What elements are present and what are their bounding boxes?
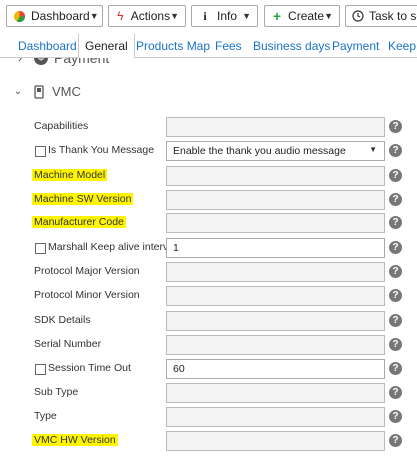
actions-label: Actions — [130, 9, 171, 23]
vmc-hw-field[interactable] — [166, 431, 385, 451]
tab-payment[interactable]: Payment — [332, 39, 379, 53]
clock-icon — [352, 9, 364, 23]
chevron-down-icon: ▼ — [89, 11, 99, 21]
marshall-row: Marshall Keep alive intervals 1 ? — [0, 238, 417, 260]
chevron-down-icon: ▼ — [369, 145, 377, 154]
payment-section-title: Payment — [54, 58, 110, 66]
actions-button[interactable]: ϟ Actions ▼ — [108, 5, 186, 27]
protocol-major-label: Protocol Major Version — [34, 265, 140, 277]
chevron-down-icon: ▼ — [242, 11, 251, 21]
thank-you-checkbox[interactable] — [35, 146, 46, 157]
help-icon[interactable]: ? — [389, 241, 402, 254]
task-button[interactable]: Task to sche — [345, 5, 417, 27]
machine-model-row: Machine Model ? — [0, 166, 417, 188]
info-icon: i — [203, 8, 207, 23]
chevron-down-icon: ▼ — [170, 11, 179, 21]
tab-general[interactable]: General — [78, 34, 135, 58]
tab-fees[interactable]: Fees — [215, 39, 242, 53]
tab-keep-alive[interactable]: Keep A — [388, 39, 417, 53]
help-icon[interactable]: ? — [389, 289, 402, 302]
help-icon[interactable]: ? — [389, 216, 402, 229]
machine-sw-row: Machine SW Version ? — [0, 190, 417, 212]
help-icon[interactable]: ? — [389, 169, 402, 182]
manufacturer-code-row: Manufacturer Code ? — [0, 213, 417, 235]
protocol-major-field[interactable] — [166, 262, 385, 282]
marshall-label: Marshall Keep alive intervals — [48, 241, 182, 253]
serial-number-field[interactable] — [166, 335, 385, 355]
dollar-icon: $ — [34, 58, 48, 65]
marshall-field[interactable]: 1 — [166, 238, 385, 258]
help-icon[interactable]: ? — [389, 410, 402, 423]
pie-chart-icon — [13, 9, 26, 23]
protocol-minor-label: Protocol Minor Version — [34, 289, 140, 301]
payment-section-clip: › $ Payment — [0, 58, 417, 66]
thank-you-label: Is Thank You Message — [48, 144, 155, 156]
session-timeout-row: Session Time Out 60 ? — [0, 359, 417, 381]
help-icon[interactable]: ? — [389, 386, 402, 399]
machine-model-label: Machine Model — [32, 169, 108, 181]
protocol-minor-field[interactable] — [166, 286, 385, 306]
manufacturer-code-label: Manufacturer Code — [32, 216, 126, 228]
session-timeout-checkbox[interactable] — [35, 364, 46, 375]
vmc-section-title: VMC — [52, 84, 81, 99]
plus-icon: + — [272, 8, 282, 24]
capabilities-label: Capabilities — [34, 120, 89, 132]
machine-sw-field[interactable] — [166, 190, 385, 210]
info-label: Info — [217, 9, 238, 23]
payment-section-header[interactable]: › $ Payment — [10, 58, 109, 66]
help-icon[interactable]: ? — [389, 265, 402, 278]
type-label: Type — [34, 410, 57, 422]
protocol-major-row: Protocol Major Version ? — [0, 262, 417, 284]
help-icon[interactable]: ? — [389, 338, 402, 351]
manufacturer-code-field[interactable] — [166, 213, 385, 233]
toolbar: Dashboard ▼ ϟ Actions ▼ i Info ▼ + Creat… — [0, 0, 417, 34]
serial-number-label: Serial Number — [34, 338, 102, 350]
serial-number-row: Serial Number ? — [0, 335, 417, 357]
create-button[interactable]: + Create ▼ — [264, 5, 340, 27]
type-row: Type ? — [0, 407, 417, 429]
session-timeout-field[interactable]: 60 — [166, 359, 385, 379]
sub-type-field[interactable] — [166, 383, 385, 403]
machine-model-field[interactable] — [166, 166, 385, 186]
help-icon[interactable]: ? — [389, 362, 402, 375]
thank-you-select[interactable]: Enable the thank you audio message ▼ — [166, 141, 385, 161]
tab-bar: Dashboard General Products Map Fees Busi… — [0, 34, 417, 58]
vmc-hw-label: VMC HW Version — [32, 434, 118, 446]
protocol-minor-row: Protocol Minor Version ? — [0, 286, 417, 308]
tab-business-days[interactable]: Business days — [253, 39, 330, 53]
dashboard-button[interactable]: Dashboard ▼ — [6, 5, 103, 27]
capabilities-row: Capabilities ? — [0, 117, 417, 139]
session-timeout-label: Session Time Out — [48, 362, 131, 374]
help-icon[interactable]: ? — [389, 434, 402, 447]
help-icon[interactable]: ? — [389, 120, 402, 133]
create-label: Create — [288, 9, 325, 23]
vmc-section-header[interactable]: ⌄ VMC — [8, 84, 81, 99]
help-icon[interactable]: ? — [389, 193, 402, 206]
info-button[interactable]: i Info ▼ — [191, 5, 258, 27]
chevron-down-icon: ⌄ — [13, 86, 23, 97]
marshall-checkbox[interactable] — [35, 243, 46, 254]
sdk-details-field[interactable] — [166, 311, 385, 331]
help-icon[interactable]: ? — [389, 144, 402, 157]
chevron-right-icon: › — [18, 58, 22, 65]
sdk-details-row: SDK Details ? — [0, 311, 417, 333]
capabilities-field[interactable] — [166, 117, 385, 137]
tab-products-map[interactable]: Products Map — [136, 39, 210, 53]
sub-type-label: Sub Type — [34, 386, 79, 398]
thank-you-row: Is Thank You Message Enable the thank yo… — [0, 141, 417, 163]
device-icon — [34, 84, 44, 99]
type-field[interactable] — [166, 407, 385, 427]
sub-type-row: Sub Type ? — [0, 383, 417, 405]
dashboard-label: Dashboard — [31, 9, 90, 23]
lightning-icon: ϟ — [117, 9, 124, 23]
help-icon[interactable]: ? — [389, 314, 402, 327]
chevron-down-icon: ▼ — [324, 11, 333, 21]
thank-you-select-value: Enable the thank you audio message — [173, 145, 346, 157]
vmc-hw-row: VMC HW Version ? — [0, 431, 417, 453]
sdk-details-label: SDK Details — [34, 314, 91, 326]
tab-dashboard[interactable]: Dashboard — [18, 39, 77, 53]
machine-sw-label: Machine SW Version — [32, 193, 134, 205]
task-label: Task to sche — [369, 9, 417, 23]
